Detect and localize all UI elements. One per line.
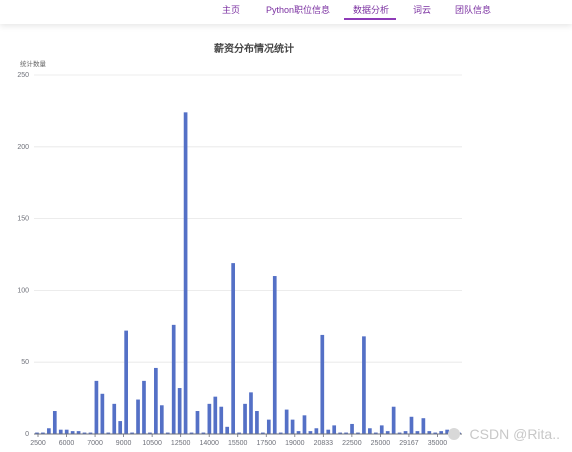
bar bbox=[94, 380, 99, 434]
bar bbox=[368, 428, 372, 434]
bar bbox=[350, 423, 354, 434]
bar bbox=[207, 403, 212, 434]
x-tick-label: 9000 bbox=[116, 440, 132, 447]
y-axis-label: 统计数量 bbox=[20, 59, 47, 68]
nav-team-info[interactable]: 团队信息 bbox=[455, 3, 491, 16]
y-tick-label: 150 bbox=[17, 216, 29, 223]
x-tick-label: 12500 bbox=[171, 440, 191, 447]
watermark: CSDN @Rita.. bbox=[469, 426, 560, 442]
x-tick-label: 14000 bbox=[199, 440, 219, 447]
x-tick-label: 29167 bbox=[399, 440, 419, 447]
chart-title: 薪资分布情况统计 bbox=[214, 42, 294, 55]
bar bbox=[249, 392, 253, 434]
bar bbox=[58, 429, 63, 434]
bars bbox=[35, 112, 461, 434]
bar bbox=[302, 415, 307, 434]
bar bbox=[118, 421, 123, 434]
bar bbox=[231, 263, 235, 434]
salary-distribution-chart: 薪资分布情况统计 统计数量 0 50 100 150 200 250 2500 6000 70… bbox=[17, 42, 462, 447]
nav-home[interactable]: 主页 bbox=[222, 3, 240, 16]
bar bbox=[124, 330, 128, 434]
bar bbox=[225, 426, 230, 434]
bar bbox=[159, 405, 164, 434]
nav-python-jobs[interactable]: Python职位信息 bbox=[266, 3, 330, 16]
bar bbox=[100, 393, 105, 434]
bar bbox=[213, 396, 218, 434]
y-tick-label: 0 bbox=[25, 431, 29, 438]
bar bbox=[243, 403, 247, 434]
csdn-logo-icon bbox=[448, 428, 460, 440]
bar bbox=[195, 411, 200, 434]
bar bbox=[284, 409, 289, 434]
y-tick-label: 250 bbox=[17, 72, 29, 79]
gridlines bbox=[34, 74, 462, 363]
bar bbox=[52, 411, 57, 434]
bar bbox=[154, 367, 158, 434]
bar bbox=[272, 276, 277, 434]
nav-active-underline bbox=[344, 18, 396, 20]
y-tick-label: 50 bbox=[21, 359, 29, 366]
top-navigation: 主页 Python职位信息 数据分析 词云 团队信息 bbox=[0, 0, 572, 24]
x-axis-ticks: 2500 6000 7000 9000 10500 12500 14000 15500 1750… bbox=[30, 434, 447, 447]
bar bbox=[266, 419, 271, 434]
nav-data-analysis[interactable]: 数据分析 bbox=[353, 3, 389, 16]
nav-word-cloud[interactable]: 词云 bbox=[413, 3, 431, 16]
bar bbox=[112, 403, 117, 434]
bar bbox=[64, 429, 69, 434]
y-tick-label: 200 bbox=[17, 144, 29, 151]
bar bbox=[171, 324, 176, 434]
bar bbox=[320, 334, 325, 434]
y-axis-ticks: 0 50 100 150 200 250 bbox=[17, 72, 29, 438]
bar bbox=[177, 388, 182, 434]
x-tick-label: 22500 bbox=[342, 440, 362, 447]
bar bbox=[391, 406, 396, 434]
bar bbox=[332, 425, 337, 434]
y-tick-label: 100 bbox=[17, 287, 29, 294]
bar bbox=[47, 428, 51, 434]
x-tick-label: 2500 bbox=[30, 440, 46, 447]
x-tick-label: 15500 bbox=[228, 440, 248, 447]
x-tick-label: 10500 bbox=[142, 440, 162, 447]
bar bbox=[183, 112, 188, 434]
x-tick-label: 17500 bbox=[257, 440, 277, 447]
x-tick-label: 35000 bbox=[428, 440, 448, 447]
x-tick-label: 19000 bbox=[285, 440, 305, 447]
x-tick-label: 6000 bbox=[59, 440, 75, 447]
bar bbox=[219, 406, 224, 434]
bar bbox=[136, 399, 140, 434]
x-tick-label: 20833 bbox=[314, 440, 334, 447]
bar bbox=[290, 419, 295, 434]
bar bbox=[326, 429, 331, 434]
bar bbox=[362, 336, 366, 434]
x-tick-label: 25000 bbox=[371, 440, 391, 447]
x-tick-label: 7000 bbox=[87, 440, 103, 447]
bar bbox=[379, 425, 384, 434]
bar bbox=[255, 411, 259, 434]
bar bbox=[409, 416, 414, 434]
bar bbox=[314, 428, 319, 434]
bar bbox=[142, 380, 146, 434]
bar bbox=[421, 418, 426, 434]
